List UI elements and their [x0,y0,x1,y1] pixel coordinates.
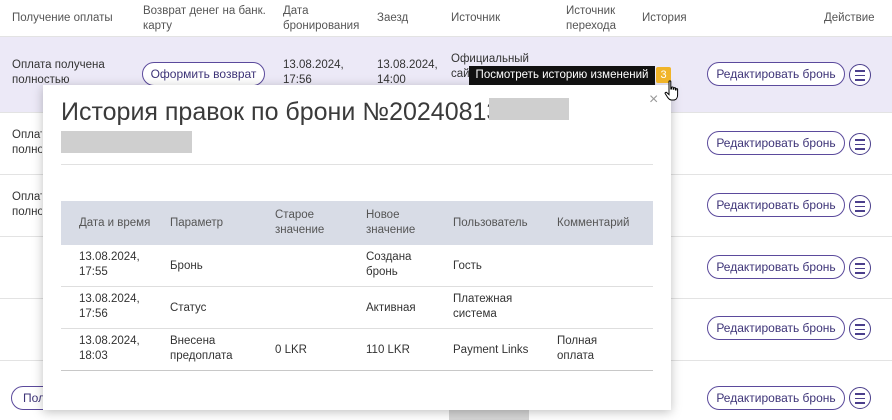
col-history: История [642,12,687,24]
edit-booking-button[interactable]: Редактировать бронь [707,316,845,340]
col-payment: Получение оплаты [12,12,113,24]
row-datetime: 13.08.2024, 17:55 [79,251,140,278]
table-row: 13.08.2024, 17:55 Бронь Создана бронь Го… [61,245,653,287]
redacted-booking-number-cont [61,131,192,153]
edit-booking-button[interactable]: Редактировать бронь [707,62,845,86]
history-table: Дата и время Параметр Старое значение Но… [61,201,653,371]
col-param: Параметр [170,217,224,229]
menu-icon[interactable] [849,195,871,217]
table-row: 13.08.2024, 17:56 Статус Активная Платеж… [61,287,653,329]
col-action: Действие [824,12,875,24]
menu-icon[interactable] [849,64,871,86]
redacted-block [449,409,529,420]
col-datetime: Дата и время [79,217,151,229]
history-modal: × История правок по брони №20240813- Дат… [43,85,671,410]
col-booking-date: Дата бронирования [283,5,360,32]
history-tooltip: Посмотреть историю изменений [469,66,655,85]
checkin-date: 13.08.2024, 14:00 [377,59,437,86]
edit-booking-button[interactable]: Редактировать бронь [707,255,845,279]
row-new: Активная [366,302,416,314]
redacted-booking-number [489,98,569,120]
col-user: Пользователь [453,217,528,229]
modal-title: История правок по брони №20240813- [61,98,509,126]
row-datetime: 13.08.2024, 17:56 [79,293,140,320]
edit-booking-button[interactable]: Редактировать бронь [707,131,845,155]
menu-icon[interactable] [849,133,871,155]
col-ref-source: Источник перехода [566,5,617,32]
refund-button[interactable]: Оформить возврат [142,62,265,86]
row-param: Внесена предоплата [170,335,233,362]
row-user: Гость [453,260,482,272]
col-source: Источник [451,12,501,24]
edit-booking-button[interactable]: Редактировать бронь [707,386,845,410]
hand-cursor-icon [664,80,679,101]
divider [61,164,653,165]
row-user: Payment Links [453,344,529,356]
menu-icon[interactable] [849,257,871,279]
menu-icon[interactable] [849,387,871,409]
edit-booking-button[interactable]: Редактировать бронь [707,193,845,217]
col-refund: Возврат денег на банк. карту [143,5,266,32]
row-old: 0 LKR [275,344,307,356]
row-datetime: 13.08.2024, 18:03 [79,335,140,362]
col-new: Новое значение [366,209,416,236]
row-param: Бронь [170,260,203,272]
payment-status: Оплата получена полностью [12,59,105,86]
col-checkin: Заезд [377,12,409,24]
col-comment: Комментарий [557,217,630,229]
close-icon[interactable]: × [649,92,658,108]
menu-icon[interactable] [849,318,871,340]
row-param: Статус [170,302,207,314]
payment-status: Оплат полно [12,191,42,218]
booking-date: 13.08.2024, 17:56 [283,59,344,86]
col-old: Старое значение [275,209,325,236]
row-comment: Полная оплата [557,335,598,362]
row-user: Платежная система [453,293,513,320]
table-header: Получение оплаты Возврат денег на банк. … [0,0,892,37]
history-table-header: Дата и время Параметр Старое значение Но… [61,201,653,245]
payment-status: Оплат полно [12,129,42,156]
table-row: 13.08.2024, 18:03 Внесена предоплата 0 L… [61,329,653,371]
row-new: 110 LKR [366,344,410,356]
row-new: Создана бронь [366,251,412,278]
